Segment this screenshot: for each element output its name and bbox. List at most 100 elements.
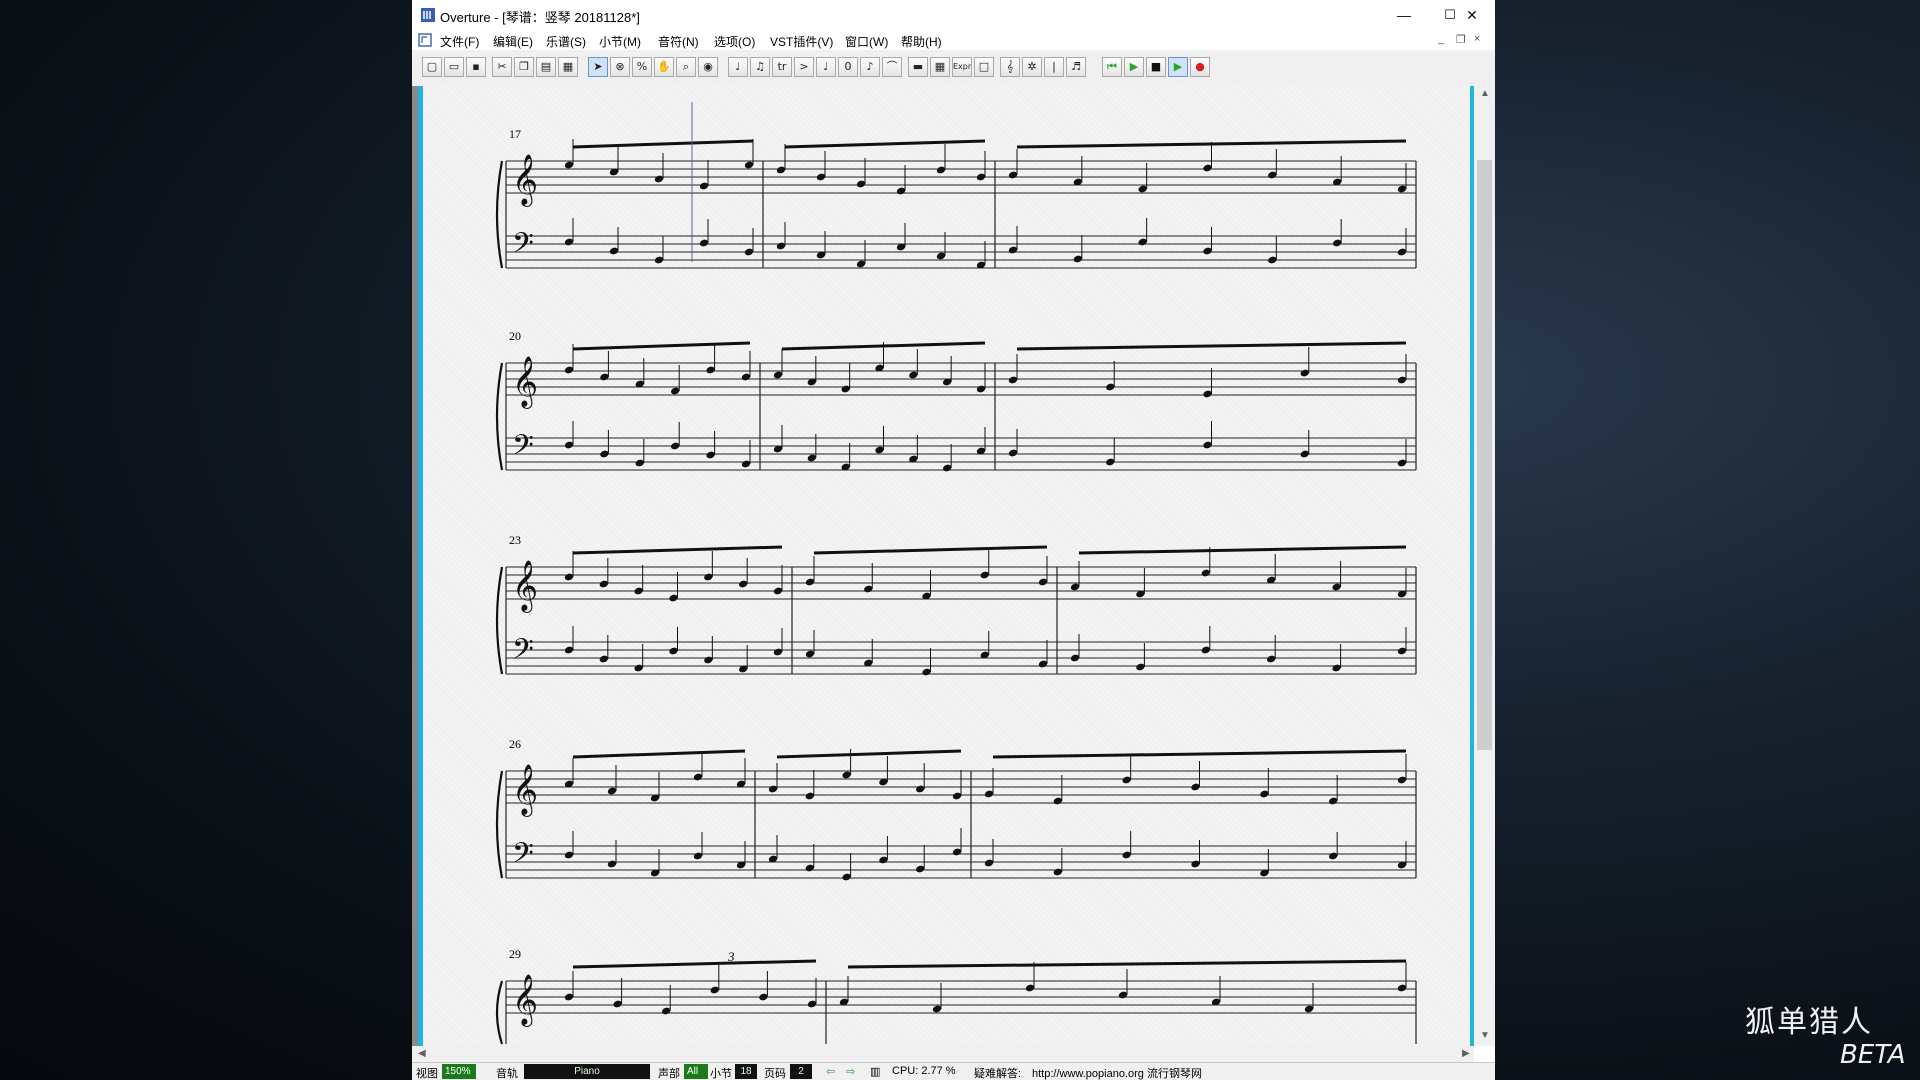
color-icon[interactable]: ◉ <box>698 57 718 77</box>
bass-clef-icon: 𝄢 <box>512 227 534 267</box>
window-title: Overture - [琴谱：竖琴 20181128*] <box>440 10 640 25</box>
rectangle-icon[interactable]: □ <box>974 57 994 77</box>
note-beam <box>572 341 751 351</box>
horizontal-scrollbar[interactable]: ◀ ▶ <box>412 1046 1474 1062</box>
measure-number-20: 20 <box>509 329 521 343</box>
close-button[interactable]: ✕ <box>1449 0 1495 30</box>
play-icon[interactable]: ▶ <box>1124 57 1144 77</box>
overture-window: Overture - [琴谱：竖琴 20181128*] — ☐ ✕ 文件(F)… <box>412 0 1495 1080</box>
select-arrow-icon[interactable]: ➤ <box>588 57 608 77</box>
page-label: 页码 <box>764 1068 786 1080</box>
print-icon[interactable]: ▦ <box>558 57 578 77</box>
note-beam <box>572 749 746 759</box>
mdi-close-button[interactable]: × <box>1474 33 1480 45</box>
dot-note-icon[interactable]: ♪ <box>860 57 880 77</box>
scroll-up-icon[interactable]: ▲ <box>1480 88 1490 99</box>
instrument-select[interactable]: Piano <box>524 1064 650 1079</box>
quarter-note-icon[interactable]: ♩ <box>728 57 748 77</box>
note-beam <box>572 959 817 969</box>
rewind-icon[interactable]: ⏮ <box>1102 57 1122 77</box>
document-icon[interactable] <box>418 33 432 47</box>
open-icon[interactable]: ▭ <box>444 57 464 77</box>
stop-icon[interactable]: ■ <box>1146 57 1166 77</box>
treble-clef-icon: 𝄞 <box>512 560 538 613</box>
treble-clef-icon[interactable]: 𝄞 <box>1000 57 1020 77</box>
table-icon[interactable]: ▦ <box>930 57 950 77</box>
vertical-scroll-thumb[interactable] <box>1477 160 1492 750</box>
toolbar: ▢ ▭ ▪ ✂ ❐ ▤ ▦ ➤ ⊗ % ✋ ⌕ ◉ ♩ ♫ tr > ♩ 0 ♪… <box>412 50 1495 87</box>
keyboard-icon[interactable]: ▥ <box>870 1065 880 1078</box>
scroll-right-icon[interactable]: ▶ <box>1462 1048 1470 1059</box>
note-beam <box>847 959 1407 969</box>
track-label: 音轨 <box>496 1068 518 1080</box>
zoom-select[interactable]: 150% <box>442 1064 476 1079</box>
slur-icon[interactable]: ⌒ <box>882 57 902 77</box>
help-label: 疑难解答: <box>974 1068 1022 1080</box>
menu-edit[interactable]: 编辑(E) <box>493 33 533 50</box>
two-notes-icon[interactable]: ♫ <box>750 57 770 77</box>
voice-label: 声部 <box>658 1068 680 1080</box>
cpu-usage: CPU: 2.77 % <box>892 1065 956 1077</box>
menu-score[interactable]: 乐谱(S) <box>546 33 586 50</box>
ruler-icon[interactable]: ▬ <box>908 57 928 77</box>
measure-number-23: 23 <box>509 533 521 547</box>
new-icon[interactable]: ▢ <box>422 57 442 77</box>
treble-clef-icon: 𝄞 <box>512 974 538 1027</box>
note-icon[interactable]: ♩ <box>816 57 836 77</box>
brace-icon <box>495 362 504 471</box>
triplet-number: 3 <box>727 949 735 964</box>
menu-measure[interactable]: 小节(M) <box>599 33 641 50</box>
page-field[interactable]: 2 <box>790 1064 812 1079</box>
music-score[interactable]: 𝄞 𝄢 𝄞 𝄢 𝄞 𝄢 𝄞 𝄢 𝄞 17 20 23 26 29 3 <box>423 86 1470 1046</box>
help-url[interactable]: http://www.popiano.org 流行钢琴网 <box>1032 1065 1202 1080</box>
record-icon[interactable]: ● <box>1190 57 1210 77</box>
next-page-icon[interactable]: ⇨ <box>846 1065 855 1078</box>
tuning-icon[interactable]: ✲ <box>1022 57 1042 77</box>
menu-notes[interactable]: 音符(N) <box>658 33 699 50</box>
scroll-left-icon[interactable]: ◀ <box>418 1048 426 1059</box>
menu-options[interactable]: 选项(O) <box>714 33 755 50</box>
save-icon[interactable]: ▪ <box>466 57 486 77</box>
status-bar: 视图 150% 音轨 Piano 声部 All 小节 18 页码 2 ⇦ ⇨ ▥… <box>412 1062 1495 1080</box>
trill-icon[interactable]: tr <box>772 57 792 77</box>
note-beam <box>784 139 986 149</box>
voice-select[interactable]: All <box>684 1064 708 1079</box>
zoom-icon[interactable]: ⌕ <box>676 57 696 77</box>
zero-button[interactable]: 0 <box>838 57 858 77</box>
treble-clef-icon: 𝄞 <box>512 764 538 817</box>
vertical-scrollbar[interactable]: ▲ ▼ <box>1474 86 1495 1046</box>
expression-button[interactable]: Expr <box>952 57 972 77</box>
erase-icon[interactable]: ⊗ <box>610 57 630 77</box>
scroll-down-icon[interactable]: ▼ <box>1480 1030 1490 1041</box>
menu-vst[interactable]: VST插件(V) <box>770 33 833 50</box>
hand-icon[interactable]: ✋ <box>654 57 674 77</box>
paste-icon[interactable]: ▤ <box>536 57 556 77</box>
copy-icon[interactable]: ❐ <box>514 57 534 77</box>
note-beam <box>813 545 1048 555</box>
barline-icon[interactable]: | <box>1044 57 1064 77</box>
view-label: 视图 <box>416 1068 438 1080</box>
prev-page-icon[interactable]: ⇦ <box>826 1065 835 1078</box>
mdi-restore-button[interactable]: ❐ <box>1456 33 1466 46</box>
menu-window[interactable]: 窗口(W) <box>845 33 888 50</box>
play-loop-icon[interactable]: ▶ <box>1168 57 1188 77</box>
brace-icon <box>495 566 504 675</box>
watermark-beta: BETA <box>1840 1040 1906 1070</box>
cue-note-icon[interactable]: ♬ <box>1066 57 1086 77</box>
mdi-minimize-button[interactable]: _ <box>1438 33 1444 45</box>
menu-help[interactable]: 帮助(H) <box>901 33 942 50</box>
measure-number-26: 26 <box>509 737 521 751</box>
treble-clef-icon: 𝄞 <box>512 356 538 409</box>
measure-label: 小节 <box>710 1068 732 1080</box>
note-beam <box>992 749 1407 759</box>
measure-field[interactable]: 18 <box>735 1064 757 1079</box>
minimize-button[interactable]: — <box>1381 0 1427 30</box>
bass-clef-icon: 𝄢 <box>512 837 534 877</box>
percent-icon[interactable]: % <box>632 57 652 77</box>
treble-clef-icon: 𝄞 <box>512 154 538 207</box>
accent-icon[interactable]: > <box>794 57 814 77</box>
note-beam <box>1016 341 1407 351</box>
score-page[interactable]: 𝄞 𝄢 𝄞 𝄢 𝄞 𝄢 𝄞 𝄢 𝄞 17 20 23 26 29 3 <box>423 86 1470 1046</box>
cut-icon[interactable]: ✂ <box>492 57 512 77</box>
menu-file[interactable]: 文件(F) <box>440 33 479 50</box>
